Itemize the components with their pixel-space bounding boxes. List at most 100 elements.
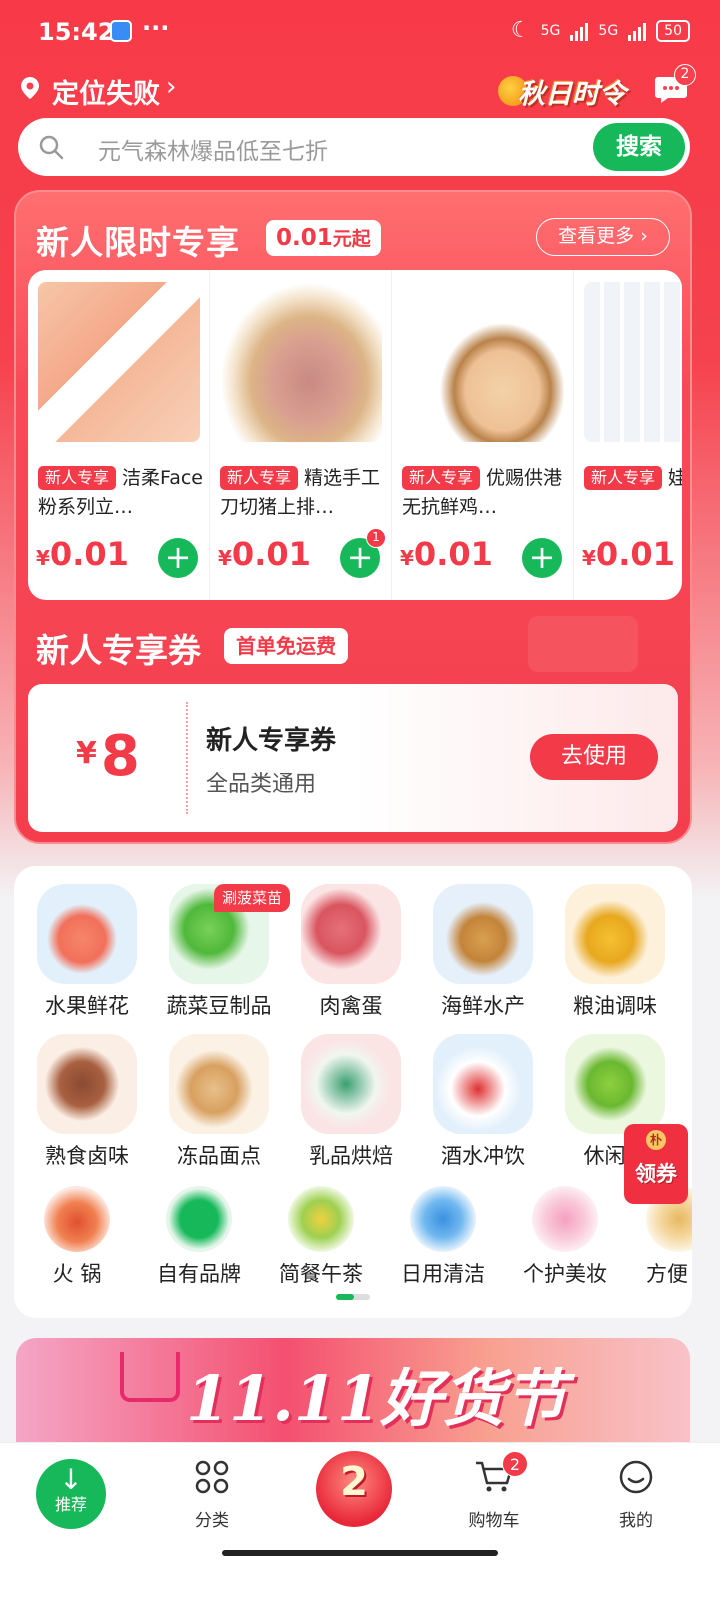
more-notifications-icon: ··· [142,14,170,42]
use-coupon-button[interactable]: 去使用 [530,734,658,780]
snack-icon [565,1034,665,1134]
new-user-price-badge: 0.01元起 [266,220,381,256]
water-product-image [584,282,682,442]
category-beauty[interactable]: 个护美妆 [506,1186,624,1288]
category-label: 方便 [646,1262,688,1286]
category-hotpot[interactable]: 火 锅 [18,1186,136,1288]
nav-category[interactable]: 分类 [152,1459,272,1531]
product-title: 新人专享娃哈哈饮用纯净… [584,464,682,493]
pork-ribs-product-image [220,282,382,442]
cart-decoration-icon [120,1352,180,1402]
nav-mine-label: 我的 [619,1511,653,1531]
product-card[interactable]: 新人专享 优赐供港无抗鲜鸡… ¥0.01 + [392,270,574,600]
new-user-tag: 新人专享 [584,466,663,490]
floating-coupon-button[interactable]: 朴 领券 [624,1124,688,1204]
category-own-brand[interactable]: 自有品牌 [140,1186,258,1288]
nav-category-label: 分类 [195,1511,229,1531]
nav-recommend-label: 推荐 [54,1495,87,1514]
hotpot-icon [44,1186,110,1252]
search-button[interactable]: 搜索 [593,123,685,171]
category-frozen[interactable]: 冻品面点 [154,1034,284,1170]
add-to-cart-button[interactable]: + [158,538,198,578]
nav-cart[interactable]: 购物车 [434,1459,554,1531]
search-input[interactable]: 元气森林爆品低至七折 [98,132,328,166]
new-user-coupon[interactable]: ¥8 新人专享券 全品类通用 去使用 [28,684,678,832]
coupon-currency: ¥ [76,736,97,771]
category-meat-eggs[interactable]: 肉禽蛋 [286,884,416,1020]
category-grid: 水果鲜花 蔬菜豆制品 涮菠菜苗 肉禽蛋 海鲜水产 粮油调味 熟食卤味 冻品面点 … [14,866,692,1318]
fruit-icon [37,884,137,984]
coupon-value: 8 [100,724,140,789]
category-drinks[interactable]: 酒水冲饮 [418,1034,548,1170]
profile-icon [619,1460,653,1494]
app-notification-icon [110,20,132,42]
add-to-cart-button[interactable]: + [522,538,562,578]
category-grain-oil[interactable]: 粮油调味 [550,884,680,1020]
product-price: ¥0.01 [400,535,493,573]
currency-symbol: ¥ [582,546,596,570]
product-card[interactable]: 新人专享 精选手工刀切猪上排… ¥0.01 + 1 [210,270,392,600]
price-value: 0.01 [49,535,129,573]
category-deli[interactable]: 熟食卤味 [22,1034,152,1170]
category-label: 肉禽蛋 [319,994,383,1018]
product-card[interactable]: 新人专享 洁柔Face粉系列立… ¥0.01 + [28,270,210,600]
cosmetics-icon [532,1186,598,1252]
signal-label-1: 5G [540,22,561,39]
category-light-meals[interactable]: 简餐午茶 [262,1186,380,1288]
cart-count-badge: 2 [502,1451,528,1477]
search-bar[interactable]: 元气森林爆品低至七折 搜索 [18,118,690,176]
season-badge-text: 秋日时令 [518,79,626,110]
vegetable-promo-tag: 涮菠菜苗 [214,884,291,912]
nav-mine[interactable]: 我的 [576,1459,696,1531]
badge-suffix: 元起 [332,228,371,250]
banner-title: 11.11好货节 [186,1362,567,1435]
category-cleaning[interactable]: 日用清洁 [384,1186,502,1288]
coupon-float-logo: 朴 [646,1130,666,1150]
category-label: 自有品牌 [157,1262,241,1286]
message-count-badge: 2 [674,64,696,86]
signal-icon-1 [570,21,589,41]
season-badge[interactable]: 秋日时令 [498,70,638,110]
grid-icon [195,1460,229,1494]
currency-symbol: ¥ [400,546,414,570]
location-bar: 定位失败 › 秋日时令 2 [0,64,720,114]
detergent-icon [410,1186,476,1252]
status-time: 15:42 [38,18,115,46]
view-more-button[interactable]: 查看更多 › [536,218,670,256]
category-label: 乳品烘焙 [309,1144,393,1168]
new-user-panel: 新人限时专享 0.01元起 查看更多 › 新人专享 洁柔Face粉系列立… ¥0.… [14,190,692,844]
coupon-desc: 全品类通用 [206,772,317,797]
category-label: 日用清洁 [401,1262,485,1286]
coupon-section-title: 新人专享券 [36,631,201,670]
nav-center-promo[interactable]: 2 [316,1451,392,1527]
promo-banner[interactable]: 11.11好货节 [16,1338,690,1458]
category-dairy-bakery[interactable]: 乳品烘焙 [286,1034,416,1170]
dumpling-icon [169,1034,269,1134]
coupon-name: 新人专享券 [206,726,337,756]
location-pin-icon[interactable] [18,76,42,100]
category-label: 蔬菜豆制品 [166,994,272,1018]
home-indicator[interactable] [222,1550,498,1556]
category-seafood[interactable]: 海鲜水产 [418,884,548,1020]
meat-icon [301,884,401,984]
product-name: 娃哈哈饮用纯净… [668,467,682,489]
category-label: 个护美妆 [523,1262,607,1286]
chevron-right-icon[interactable]: › [166,72,176,102]
price-value: 0.01 [231,535,311,573]
category-label: 简餐午茶 [279,1262,363,1286]
product-carousel[interactable]: 新人专享 洁柔Face粉系列立… ¥0.01 + 新人专享 精选手工刀切猪上排… ¥… [28,270,682,600]
location-text[interactable]: 定位失败 [52,72,160,111]
battery-icon: 50 [656,19,690,42]
signal-label-2: 5G [598,22,619,39]
down-arrow-icon: ↓ [59,1463,83,1496]
product-price: ¥0.01 [36,535,129,573]
nav-recommend[interactable]: ↓ 推荐 [36,1459,106,1529]
product-card[interactable]: 新人专享娃哈哈饮用纯净… ¥0.01 [574,270,682,600]
badge-price: 0.01 [276,225,333,251]
currency-symbol: ¥ [36,546,50,570]
new-user-tag: 新人专享 [38,466,117,490]
new-user-title: 新人限时专享 [36,223,240,262]
category-fruit-flowers[interactable]: 水果鲜花 [22,884,152,1020]
price-value: 0.01 [413,535,493,573]
category-pager [336,1294,370,1300]
